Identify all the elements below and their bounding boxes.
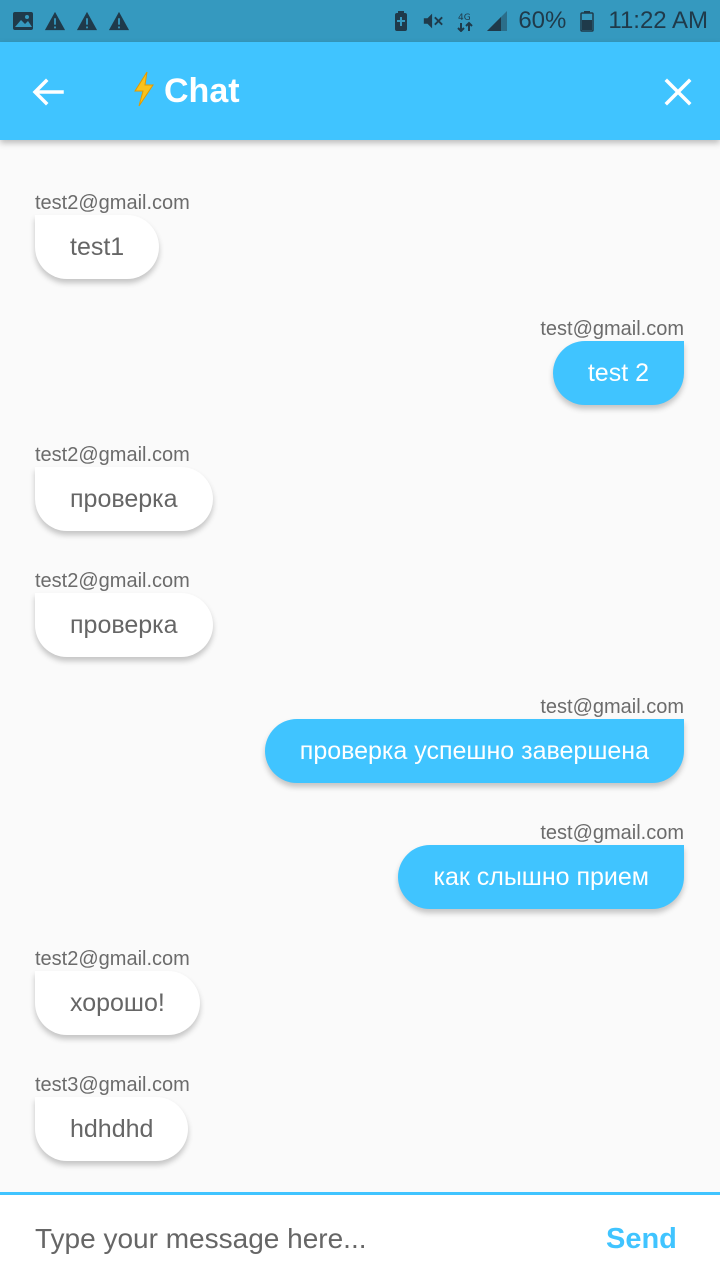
battery-saver-icon <box>390 10 412 32</box>
message-item: test3@gmail.com hdhdhd <box>35 1074 190 1161</box>
message-sender: test2@gmail.com <box>35 570 190 592</box>
app-bar: Chat <box>0 42 720 140</box>
page-title: Chat <box>132 68 240 114</box>
page-title-text: Chat <box>164 71 240 110</box>
message-sender: test2@gmail.com <box>35 444 190 466</box>
message-sender: test2@gmail.com <box>35 948 190 970</box>
mute-icon <box>422 10 444 32</box>
message-bubble[interactable]: проверка <box>35 467 213 531</box>
warning-icon <box>108 10 130 32</box>
message-bubble[interactable]: проверка успешно завершена <box>264 719 684 783</box>
message-item: test2@gmail.com проверка <box>35 444 213 531</box>
status-right-icons: 4G 60% 11:22 AM <box>390 7 708 35</box>
message-sender: test@gmail.com <box>540 318 684 340</box>
message-sender: test3@gmail.com <box>35 1074 190 1096</box>
svg-text:4G: 4G <box>458 13 471 23</box>
message-item: test@gmail.com как слышно прием <box>398 822 684 909</box>
battery-icon <box>576 10 598 32</box>
signal-icon <box>486 10 508 32</box>
message-composer: Send <box>0 1192 720 1280</box>
message-item: test@gmail.com test 2 <box>540 318 684 405</box>
message-input[interactable] <box>35 1217 555 1261</box>
message-bubble[interactable]: проверка <box>35 593 213 657</box>
message-bubble[interactable]: test1 <box>35 215 160 279</box>
close-icon <box>664 78 692 106</box>
warning-icon <box>76 10 98 32</box>
warning-icon <box>44 10 66 32</box>
close-button[interactable] <box>656 72 700 112</box>
message-item: test2@gmail.com проверка <box>35 570 213 657</box>
message-list[interactable]: test2@gmail.com test1 test@gmail.com tes… <box>0 140 720 1192</box>
message-sender: test2@gmail.com <box>35 192 190 214</box>
back-button[interactable] <box>28 72 68 112</box>
image-icon <box>12 10 34 32</box>
battery-percent: 60% <box>518 7 567 34</box>
message-item: test2@gmail.com хорошо! <box>35 948 200 1035</box>
clock: 11:22 AM <box>608 7 708 34</box>
message-item: test2@gmail.com test1 <box>35 192 190 279</box>
message-bubble[interactable]: хорошо! <box>35 971 200 1035</box>
status-bar: 4G 60% 11:22 AM <box>0 0 720 42</box>
message-bubble[interactable]: как слышно прием <box>398 845 684 909</box>
message-bubble[interactable]: hdhdhd <box>35 1097 189 1161</box>
message-sender: test@gmail.com <box>540 696 684 718</box>
send-button[interactable]: Send <box>606 1219 677 1259</box>
status-left-icons <box>12 10 130 32</box>
message-sender: test@gmail.com <box>540 822 684 844</box>
arrow-left-icon <box>32 78 64 106</box>
message-bubble[interactable]: test 2 <box>552 341 684 405</box>
data-icon: 4G <box>454 10 476 32</box>
lightning-icon <box>132 71 156 112</box>
message-item: test@gmail.com проверка успешно завершен… <box>264 696 684 783</box>
